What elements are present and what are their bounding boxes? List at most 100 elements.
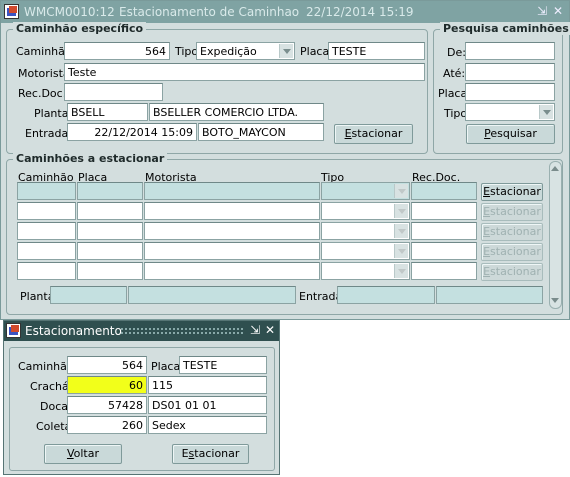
row-button-rest: stacionar: [490, 185, 541, 198]
row-button-mnemonic: E: [483, 265, 491, 278]
row4-tipo-cell[interactable]: [321, 242, 410, 260]
chevron-down-icon[interactable]: [394, 204, 408, 218]
footer-entrada-date: [337, 286, 435, 304]
dialog-caminhao-field: 564: [67, 356, 147, 374]
row5-placa-cell[interactable]: [77, 262, 143, 280]
row3-placa-cell[interactable]: [77, 222, 143, 240]
row-button-mnemonic: E: [483, 205, 491, 218]
pesquisa-placa-field[interactable]: [465, 83, 555, 101]
estacionar-button[interactable]: Estacionar: [334, 124, 413, 144]
pesquisar-button[interactable]: Pesquisar: [466, 124, 555, 144]
dialog-estacionar-pre: E: [181, 447, 189, 460]
dialog-caminhao-label: Caminhão: [18, 360, 74, 373]
tipo-label: Tipo: [175, 45, 199, 58]
dialog-doca-label: Doca: [40, 400, 68, 413]
chevron-down-icon[interactable]: [394, 244, 408, 258]
dialog-cracha-name: 115: [148, 376, 267, 394]
estacionar-button-mnemonic: E: [344, 127, 352, 140]
motorista-field[interactable]: Teste: [64, 63, 425, 81]
placa-label: Placa: [300, 45, 330, 58]
row4-recdoc-cell[interactable]: [411, 242, 477, 260]
recdoc-field[interactable]: [64, 83, 163, 101]
row-button-rest: stacionar: [490, 225, 541, 238]
row1-estacionar-button[interactable]: Estacionar: [481, 183, 543, 201]
group-title-pesquisa: Pesquisa caminhões: [440, 22, 570, 35]
dialog-cracha-field[interactable]: 60: [67, 376, 147, 394]
row5-recdoc-cell[interactable]: [411, 262, 477, 280]
pesquisa-tipo-select[interactable]: [465, 103, 555, 121]
motorista-label: Motorista: [18, 67, 70, 80]
close-icon[interactable]: ✕: [263, 323, 277, 337]
row3-tipo-cell[interactable]: [321, 222, 410, 240]
row-button-mnemonic: E: [483, 185, 491, 198]
dialog-coleta-label: Coleta: [36, 420, 72, 433]
pesquisa-tipo-label: Tipo: [444, 107, 468, 120]
row3-recdoc-cell[interactable]: [411, 222, 477, 240]
close-icon[interactable]: ✕: [551, 4, 565, 18]
de-field[interactable]: [465, 42, 555, 60]
planta-code-field[interactable]: BSELL: [67, 103, 148, 121]
dialog-coleta-field[interactable]: 260: [67, 416, 147, 434]
row1-placa-cell[interactable]: [77, 182, 143, 200]
voltar-button-mnemonic: V: [66, 447, 74, 460]
row1-caminhao-cell[interactable]: [17, 182, 76, 200]
row3-caminhao-cell[interactable]: [17, 222, 76, 240]
dialog-coleta-name: Sedex: [148, 416, 267, 434]
row-button-rest: stacionar: [490, 245, 541, 258]
row2-caminhao-cell[interactable]: [17, 202, 76, 220]
row-button-mnemonic: E: [483, 225, 491, 238]
row5-motorista-cell[interactable]: [144, 262, 320, 280]
scroll-down-icon[interactable]: [551, 296, 560, 305]
minimize-icon[interactable]: ⇲: [248, 323, 262, 337]
row2-tipo-cell[interactable]: [321, 202, 410, 220]
minimize-icon[interactable]: ⇲: [535, 4, 549, 18]
scroll-up-icon[interactable]: [551, 164, 560, 173]
row4-motorista-cell[interactable]: [144, 242, 320, 260]
placa-field[interactable]: TESTE: [328, 42, 425, 60]
voltar-button[interactable]: Voltar: [44, 444, 122, 464]
row2-recdoc-cell[interactable]: [411, 202, 477, 220]
vertical-scrollbar[interactable]: [549, 161, 562, 309]
row4-placa-cell[interactable]: [77, 242, 143, 260]
dialog-estacionar-button[interactable]: Estacionar: [172, 444, 249, 464]
row2-motorista-cell[interactable]: [144, 202, 320, 220]
row5-estacionar-button: Estacionar: [481, 263, 543, 281]
app-icon: [4, 4, 19, 19]
chevron-down-icon[interactable]: [539, 105, 553, 119]
ate-label: Até:: [443, 67, 466, 80]
row1-recdoc-cell[interactable]: [411, 182, 477, 200]
row2-placa-cell[interactable]: [77, 202, 143, 220]
titlebar-grip: [120, 327, 244, 335]
dialog-title: Estacionamento: [25, 324, 122, 338]
dialog-doca-field[interactable]: 57428: [67, 396, 147, 414]
row3-motorista-cell[interactable]: [144, 222, 320, 240]
main-title-datetime: 22/12/2014 15:19: [306, 5, 414, 19]
chevron-down-icon[interactable]: [394, 264, 408, 278]
entrada-field: 22/12/2014 15:09: [67, 123, 197, 141]
dialog-titlebar[interactable]: Estacionamento ⇲ ✕: [4, 321, 279, 341]
footer-planta-name: [128, 286, 296, 304]
row5-tipo-cell[interactable]: [321, 262, 410, 280]
row1-tipo-cell[interactable]: [321, 182, 410, 200]
main-titlebar[interactable]: WMCM0010:12 Estacionamento de Caminhao 2…: [1, 1, 569, 23]
chevron-down-icon[interactable]: [394, 224, 408, 238]
row3-estacionar-button: Estacionar: [481, 223, 543, 241]
dialog-cracha-label: Crachá: [30, 380, 69, 393]
chevron-down-icon[interactable]: [394, 184, 408, 198]
pesquisa-placa-label: Placa: [438, 87, 468, 100]
row-button-rest: stacionar: [490, 205, 541, 218]
row5-caminhao-cell[interactable]: [17, 262, 76, 280]
tipo-select[interactable]: Expedição: [196, 42, 295, 60]
footer-entrada-user: [436, 286, 543, 304]
ate-field[interactable]: [465, 63, 555, 81]
row4-caminhao-cell[interactable]: [17, 242, 76, 260]
main-title-name: Estacionamento de Caminhao: [119, 5, 300, 19]
footer-entrada-label: Entrada: [299, 290, 343, 303]
de-label: De:: [447, 46, 466, 59]
caminhao-field[interactable]: 564: [64, 42, 170, 60]
estacionar-button-rest: stacionar: [351, 127, 403, 140]
app-icon: [6, 323, 21, 338]
row1-motorista-cell[interactable]: [144, 182, 320, 200]
dialog-placa-label: Placa: [151, 360, 181, 373]
chevron-down-icon[interactable]: [279, 44, 293, 58]
